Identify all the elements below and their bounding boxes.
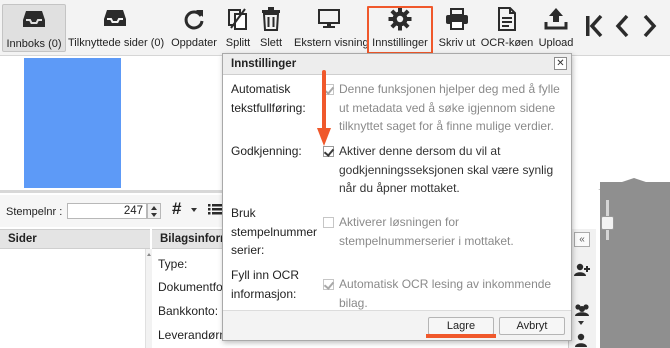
upload-label: Upload bbox=[538, 37, 574, 49]
first-page-icon[interactable] bbox=[584, 14, 604, 41]
setting-label-approval: Godkjenning: bbox=[231, 144, 302, 158]
refresh-label: Oppdater bbox=[171, 37, 217, 49]
page-thumbnail[interactable] bbox=[24, 58, 121, 188]
pages-list[interactable] bbox=[0, 249, 145, 348]
inbox-icon bbox=[22, 8, 46, 33]
document-icon bbox=[497, 7, 517, 34]
stempel-number-input[interactable]: 247 bbox=[67, 203, 147, 219]
trash-icon bbox=[261, 7, 281, 34]
delete-label: Slett bbox=[259, 37, 282, 49]
chevron-down-icon[interactable] bbox=[578, 321, 584, 325]
printer-icon bbox=[445, 7, 469, 34]
pages-column-header: Sider bbox=[0, 229, 150, 249]
field-label-bank-account: Bankkonto: bbox=[158, 304, 219, 318]
chevron-down-icon[interactable] bbox=[191, 208, 197, 212]
previous-icon[interactable] bbox=[614, 14, 630, 41]
split-icon bbox=[227, 7, 249, 34]
add-user-icon[interactable] bbox=[573, 263, 591, 280]
hash-icon[interactable]: # bbox=[172, 200, 181, 218]
inbox-button[interactable]: Innboks (0) bbox=[2, 4, 66, 52]
dialog-title-bar[interactable]: Innstillinger ✕ bbox=[223, 54, 571, 75]
setting-label-autocomplete: Automatisk tekstfullføring: bbox=[231, 82, 306, 115]
refresh-icon bbox=[182, 7, 206, 34]
zoom-slider-handle[interactable] bbox=[601, 216, 614, 230]
setting-desc-approval: Aktiver denne dersom du vil at godkjenni… bbox=[339, 144, 554, 195]
inbox-icon bbox=[103, 7, 127, 32]
external-view-button[interactable]: Ekstern visning bbox=[294, 4, 369, 52]
panel-splitter[interactable] bbox=[0, 190, 222, 193]
users-icon[interactable] bbox=[573, 303, 591, 320]
ocr-queue-label: OCR-køen bbox=[480, 37, 534, 49]
toolbar: Innboks (0) Tilknyttede sider (0) Oppdat… bbox=[0, 0, 670, 56]
save-button[interactable]: Lagre bbox=[428, 317, 494, 335]
cancel-button[interactable]: Avbryt bbox=[499, 317, 565, 335]
delete-button[interactable]: Slett bbox=[256, 4, 286, 52]
stamp-series-checkbox[interactable] bbox=[323, 217, 334, 228]
refresh-button[interactable]: Oppdater bbox=[168, 4, 220, 52]
annotation-arrow-icon bbox=[316, 70, 332, 151]
dialog-footer: Lagre Avbryt bbox=[223, 310, 571, 340]
list-icon[interactable] bbox=[208, 203, 222, 218]
print-button[interactable]: Skriv ut bbox=[436, 4, 478, 52]
attached-pages-label: Tilknyttede sider (0) bbox=[68, 37, 165, 49]
collapse-panel-button[interactable]: « bbox=[574, 232, 590, 247]
setting-desc-autocomplete: Denne funksjonen hjelper deg med å fylle… bbox=[339, 82, 560, 133]
stempel-label: Stempelnr : bbox=[6, 206, 63, 218]
save-highlight-underline bbox=[426, 334, 496, 338]
settings-dialog: Innstillinger ✕ Automatisk tekstfullføri… bbox=[222, 53, 572, 341]
attached-pages-button[interactable]: Tilknyttede sider (0) bbox=[68, 4, 165, 52]
split-label: Splitt bbox=[225, 37, 251, 49]
user-icon[interactable] bbox=[573, 333, 591, 348]
ocr-queue-button[interactable]: OCR-køen bbox=[480, 4, 534, 52]
setting-desc-ocr-fill: Automatisk OCR lesing av inkommende bila… bbox=[339, 277, 552, 310]
dialog-title: Innstillinger bbox=[231, 58, 297, 70]
upload-icon bbox=[544, 7, 568, 34]
setting-label-stamp-series: Bruk stempelnummer serier: bbox=[231, 206, 318, 257]
pages-scrollbar[interactable] bbox=[145, 249, 152, 348]
split-button[interactable]: Splitt bbox=[222, 4, 254, 52]
next-icon[interactable] bbox=[642, 14, 658, 41]
field-label-type: Type: bbox=[158, 257, 188, 271]
inbox-label: Innboks (0) bbox=[6, 38, 62, 50]
setting-desc-stamp-series: Aktiverer løsningen for stempelnummerser… bbox=[339, 215, 514, 248]
monitor-icon bbox=[317, 7, 341, 32]
stempel-spinner[interactable] bbox=[147, 203, 161, 219]
external-view-label: Ekstern visning bbox=[294, 37, 369, 49]
field-label-document-format: Dokumentformat: bbox=[158, 280, 222, 294]
ocr-fill-checkbox[interactable] bbox=[323, 279, 334, 290]
setting-label-ocr-fill: Fyll inn OCR informasjon: bbox=[231, 268, 300, 301]
close-icon[interactable]: ✕ bbox=[554, 57, 567, 70]
upload-button[interactable]: Upload bbox=[536, 4, 576, 52]
settings-highlight-box bbox=[367, 6, 433, 54]
field-label-supplier-number: Leverandørnr: bbox=[158, 328, 222, 342]
document-viewer-area bbox=[600, 182, 670, 348]
print-label: Skriv ut bbox=[438, 37, 476, 49]
